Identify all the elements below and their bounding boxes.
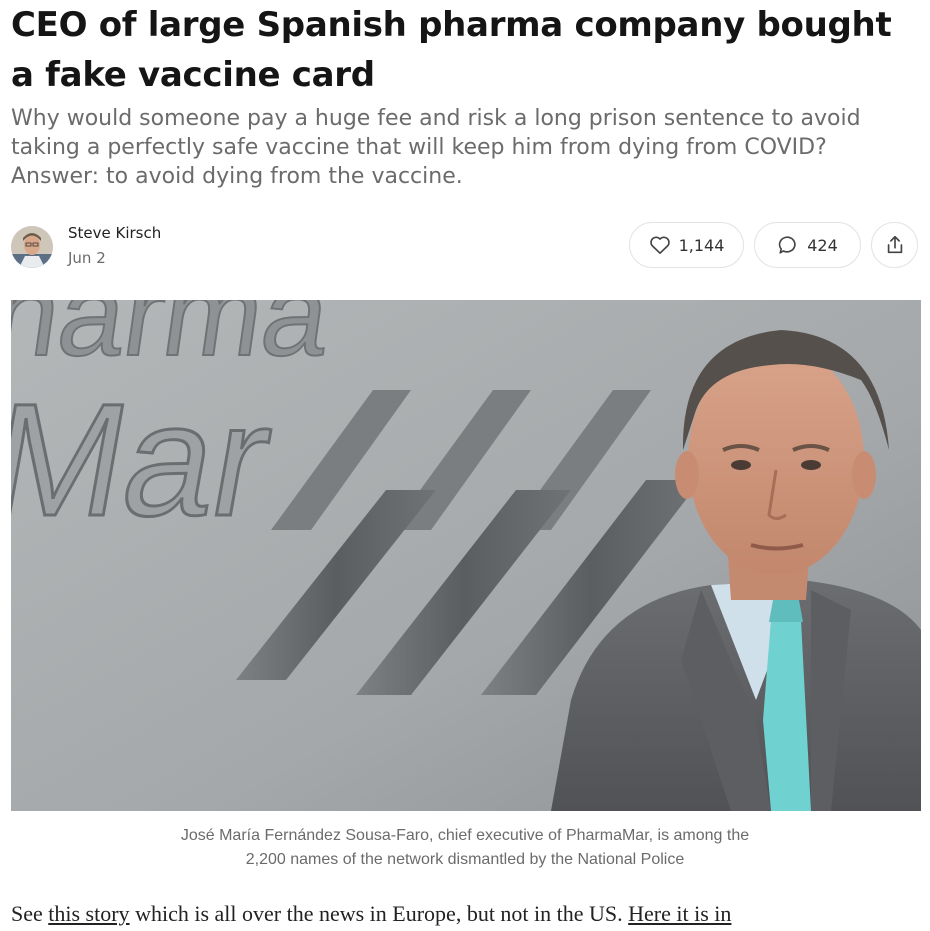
caption-line-2: 2,200 names of the network dismantled by… xyxy=(245,851,685,868)
image-caption: José María Fernández Sousa-Faro, chief e… xyxy=(0,824,930,872)
like-button[interactable]: 1,144 xyxy=(629,222,744,268)
share-icon xyxy=(884,234,906,256)
post-date: Jun 2 xyxy=(68,249,106,267)
body-text-middle: which is all over the news in Europe, bu… xyxy=(129,901,629,926)
hero-image: harma Mar xyxy=(11,300,921,811)
author-avatar[interactable] xyxy=(11,226,53,268)
author-name[interactable]: Steve Kirsch xyxy=(68,224,161,242)
like-count: 1,144 xyxy=(678,235,725,255)
story-link[interactable]: this story xyxy=(48,901,129,926)
comment-count: 424 xyxy=(807,235,838,255)
byline: Steve Kirsch Jun 2 xyxy=(11,224,511,270)
caption-line-1: José María Fernández Sousa-Faro, chief e… xyxy=(180,827,750,844)
sign-text-brand: Mar xyxy=(11,371,284,550)
comment-bubble-icon xyxy=(777,234,799,256)
body-text-intro: See xyxy=(11,901,49,926)
body-paragraph: See this story which is all over the new… xyxy=(11,897,926,931)
comment-button[interactable]: 424 xyxy=(754,222,861,268)
here-link[interactable]: Here it is in xyxy=(628,901,731,926)
heart-icon xyxy=(649,235,671,255)
sign-text-top: harma xyxy=(11,300,338,381)
share-button[interactable] xyxy=(871,222,918,268)
hero-photo: harma Mar xyxy=(11,300,921,811)
post-title: CEO of large Spanish pharma company boug… xyxy=(11,5,892,95)
post-subtitle: Why would someone pay a huge fee and ris… xyxy=(11,106,861,189)
avatar-portrait xyxy=(11,226,53,268)
